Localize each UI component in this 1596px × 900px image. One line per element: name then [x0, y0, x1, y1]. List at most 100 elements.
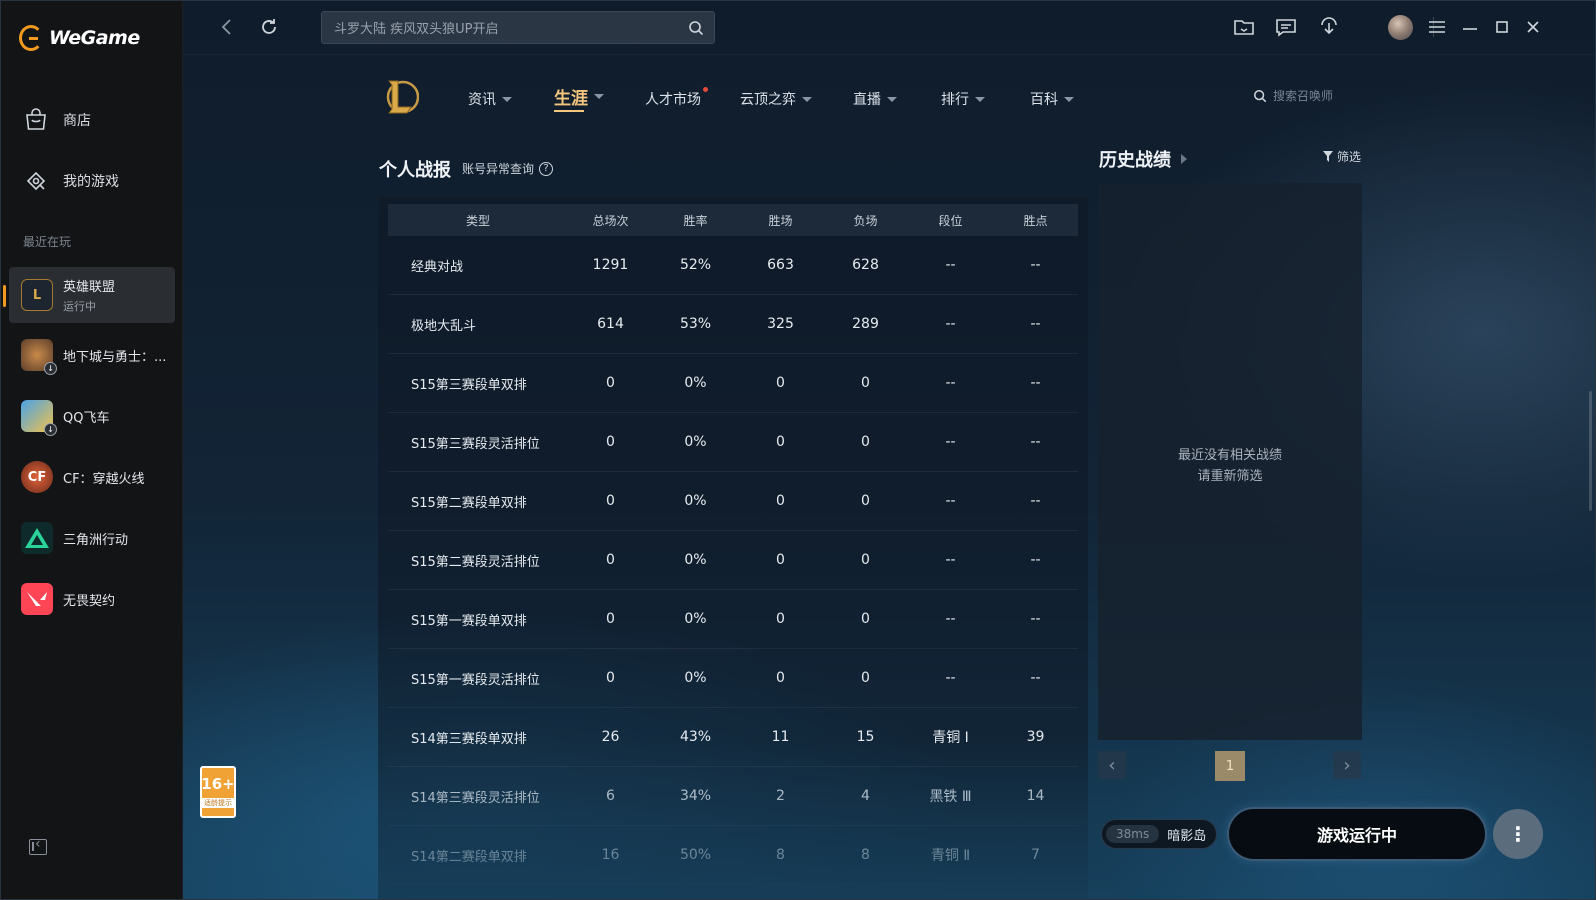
history-title[interactable]: 历史战绩	[1099, 146, 1187, 172]
filter-button[interactable]: 筛选	[1323, 148, 1361, 165]
tab-label: 排行	[941, 92, 969, 108]
table-row: S14第三赛段灵活排位 6 34% 2 4 黑铁 Ⅲ 14	[388, 767, 1078, 826]
sidebar-game-delta-force[interactable]: 三角洲行动	[9, 510, 175, 566]
cell-rank: --	[945, 375, 956, 391]
cell-winrate: 0%	[684, 670, 707, 686]
server-name: 暗影岛	[1167, 828, 1207, 844]
sidebar-game-valorant[interactable]: 无畏契约	[9, 571, 175, 627]
folder-icon[interactable]	[1233, 15, 1255, 39]
summoner-search-input[interactable]: 搜索召唤师	[1253, 87, 1333, 104]
prev-page-icon[interactable]: ‹	[1098, 751, 1126, 779]
tab-news[interactable]: 资讯	[468, 89, 512, 109]
close-icon[interactable]	[1522, 15, 1544, 39]
collapse-sidebar-icon[interactable]	[29, 836, 47, 855]
empty-message: 最近没有相关战绩 请重新筛选	[1098, 445, 1362, 487]
cell-lp: --	[1030, 375, 1041, 391]
game-name: CF：穿越火线	[63, 471, 145, 487]
notification-dot	[703, 87, 708, 92]
table-row: S15第二赛段灵活排位 0 0% 0 0 -- --	[388, 531, 1078, 590]
cell-total: 16	[601, 847, 620, 863]
col-losses: 负场	[853, 213, 878, 228]
cell-type: S15第三赛段灵活排位	[411, 436, 540, 452]
cell-losses: 0	[861, 611, 870, 627]
cell-rank: --	[945, 552, 956, 568]
cell-total: 0	[606, 552, 615, 568]
help-icon[interactable]: ?	[539, 161, 554, 176]
sidebar-game-lol[interactable]: L 英雄联盟 运行中	[3, 267, 175, 323]
chevron-down-icon	[594, 93, 604, 99]
ping-value: 38ms	[1106, 825, 1160, 843]
history-title-text: 历史战绩	[1099, 150, 1171, 171]
avatar[interactable]	[1388, 15, 1413, 40]
cell-wins: 11	[771, 729, 790, 745]
cell-wins: 8	[776, 847, 785, 863]
age-rating-badge[interactable]: 16+ 适龄提示	[200, 766, 236, 818]
cell-total: 614	[597, 316, 624, 332]
account-anomaly-link[interactable]: 账号异常查询 ?	[462, 160, 554, 177]
maximize-icon[interactable]	[1491, 15, 1513, 39]
active-tab-underline	[554, 110, 584, 112]
empty-message-line2: 请重新筛选	[1197, 469, 1263, 484]
col-rank: 段位	[938, 213, 963, 228]
cell-winrate: 0%	[684, 611, 707, 627]
message-icon[interactable]	[1275, 15, 1297, 39]
stats-table-header: 类型 总场次 胜率 胜场 负场 段位 胜点	[388, 204, 1078, 236]
tab-label: 云顶之弈	[740, 92, 796, 108]
tab-live[interactable]: 直播	[853, 89, 897, 109]
brand[interactable]: WeGame	[19, 23, 140, 53]
tab-ranking[interactable]: 排行	[941, 89, 985, 109]
lol-logo-icon[interactable]	[383, 77, 419, 117]
tab-career[interactable]: 生涯	[554, 86, 604, 112]
cell-rank: --	[945, 434, 956, 450]
cell-winrate: 43%	[679, 729, 712, 745]
crossfire-game-icon: CF	[21, 461, 53, 493]
cell-type: S14第三赛段灵活排位	[411, 790, 540, 806]
tab-wiki[interactable]: 百科	[1030, 89, 1074, 109]
search-input[interactable]: 斗罗大陆 疾风双头狼UP开启	[321, 11, 715, 44]
cell-type: S15第一赛段单双排	[411, 613, 527, 629]
cell-type: S15第二赛段灵活排位	[411, 554, 540, 570]
next-page-icon[interactable]: ›	[1333, 751, 1361, 779]
cell-wins: 663	[767, 257, 794, 273]
cell-losses: 0	[861, 375, 870, 391]
filter-label: 筛选	[1337, 150, 1362, 164]
table-row: S15第二赛段单双排 0 0% 0 0 -- --	[388, 472, 1078, 531]
lol-game-icon: L	[21, 279, 53, 311]
search-icon[interactable]	[688, 20, 704, 36]
cell-rank: --	[945, 670, 956, 686]
refresh-icon[interactable]	[257, 15, 281, 39]
sidebar-item-label: 商店	[63, 113, 91, 129]
qq-speed-game-icon: ↓	[21, 400, 57, 436]
summoner-search-placeholder: 搜索召唤师	[1273, 89, 1334, 103]
cell-winrate: 0%	[684, 434, 707, 450]
sidebar-game-dnf[interactable]: ↓ 地下城与勇士：...	[9, 327, 175, 383]
wegame-logo-icon	[19, 25, 43, 51]
cell-lp: --	[1030, 611, 1041, 627]
tab-tft[interactable]: 云顶之弈	[740, 89, 812, 109]
page-number[interactable]: 1	[1215, 751, 1245, 781]
server-selector[interactable]: 38ms 暗影岛	[1101, 819, 1217, 849]
menu-icon[interactable]	[1426, 15, 1448, 39]
chevron-down-icon	[1064, 96, 1074, 102]
minimize-icon[interactable]	[1459, 15, 1481, 39]
more-options-icon[interactable]: ⋮	[1493, 809, 1543, 859]
account-anomaly-label: 账号异常查询	[462, 162, 535, 176]
cell-rank: 青铜 Ⅱ	[930, 848, 971, 864]
table-row: S15第一赛段单双排 0 0% 0 0 -- --	[388, 590, 1078, 649]
cell-wins: 2	[776, 788, 785, 804]
cell-lp: --	[1030, 434, 1041, 450]
sidebar-item-shop[interactable]: 商店	[23, 105, 91, 135]
tab-talent-market[interactable]: 人才市场	[645, 87, 708, 109]
scrollbar[interactable]	[1589, 391, 1592, 511]
my-games-icon	[26, 171, 46, 191]
back-icon[interactable]	[215, 15, 239, 39]
sidebar-game-crossfire[interactable]: CF CF：穿越火线	[9, 449, 175, 505]
download-manager-icon[interactable]	[1318, 15, 1340, 39]
tab-label: 直播	[853, 92, 881, 108]
sidebar-item-my-games[interactable]: 我的游戏	[23, 166, 119, 196]
sidebar-game-qq-speed[interactable]: ↓ QQ飞车	[9, 388, 175, 444]
cell-lp: --	[1030, 552, 1041, 568]
game-status: 运行中	[63, 300, 96, 313]
game-running-button[interactable]: 游戏运行中	[1227, 807, 1487, 861]
cell-losses: 289	[852, 316, 879, 332]
